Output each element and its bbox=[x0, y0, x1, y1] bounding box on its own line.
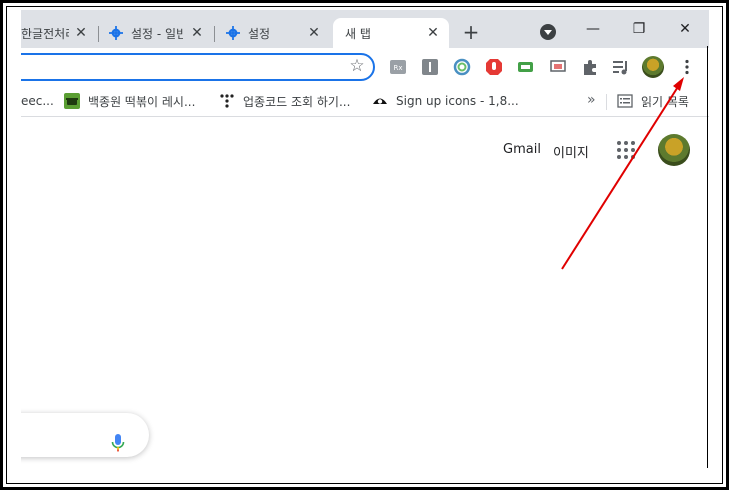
bookmark-label: 백종원 떡볶이 레시... bbox=[88, 94, 196, 109]
new-tab-button[interactable]: + bbox=[462, 22, 480, 42]
svg-text:Rx: Rx bbox=[393, 64, 402, 72]
tab-search-button[interactable] bbox=[540, 24, 556, 40]
tistory-icon bbox=[220, 94, 234, 108]
bookmark-label: Sign up icons - 1,8... bbox=[396, 94, 519, 108]
bookmark-label: 업종코드 조회 하기... bbox=[243, 94, 351, 109]
reading-list-label: 읽기 목록 bbox=[641, 94, 689, 109]
close-icon[interactable]: ✕ bbox=[189, 25, 205, 41]
tab-settings[interactable]: 설정 ✕ bbox=[226, 18, 330, 48]
screen-icon[interactable] bbox=[549, 58, 567, 76]
pot-icon bbox=[64, 93, 80, 109]
bookmark-label: eec... bbox=[21, 94, 54, 108]
bookmarks-bar: eec... 백종원 떡볶이 레시... 업종코드 조회 하기... Sign … bbox=[21, 86, 709, 117]
search-box[interactable] bbox=[21, 413, 149, 457]
new-tab-page: Gmail 이미지 bbox=[21, 117, 709, 472]
rx-icon[interactable]: Rx bbox=[389, 58, 407, 76]
tab-title: 설정 - 일반 bbox=[131, 26, 183, 41]
reading-list-icon bbox=[617, 94, 633, 108]
close-icon[interactable]: ✕ bbox=[73, 25, 89, 41]
tab-settings-general[interactable]: 설정 - 일반 ✕ bbox=[109, 18, 213, 48]
gmail-link[interactable]: Gmail bbox=[503, 142, 541, 157]
adblock-icon[interactable] bbox=[485, 58, 503, 76]
profile-avatar[interactable] bbox=[642, 56, 664, 78]
tab-title: 새 탭 bbox=[345, 26, 371, 41]
address-bar[interactable] bbox=[21, 53, 375, 81]
gear-icon bbox=[226, 26, 240, 40]
tab-strip: 한글전처리 ✕ 설정 - 일반 ✕ 설정 ✕ 새 탭 ✕ + — ❐ ✕ bbox=[21, 10, 709, 48]
reading-list-button[interactable]: 읽기 목록 bbox=[617, 92, 689, 110]
window-edge bbox=[707, 46, 708, 468]
bookmark-item[interactable]: eec... bbox=[21, 92, 54, 110]
puzzle-icon[interactable] bbox=[581, 58, 599, 76]
account-avatar[interactable] bbox=[658, 134, 690, 166]
close-icon[interactable]: ✕ bbox=[425, 25, 441, 41]
tab-title: 한글전처리 bbox=[21, 26, 69, 41]
bookmark-item[interactable]: 업종코드 조회 하기... bbox=[219, 92, 350, 110]
menu-icon[interactable] bbox=[678, 58, 696, 76]
bookmarks-separator bbox=[606, 94, 607, 110]
minimize-button[interactable]: — bbox=[578, 18, 608, 40]
microphone-icon[interactable] bbox=[110, 433, 126, 453]
gear-icon bbox=[109, 26, 123, 40]
eye-icon bbox=[373, 98, 387, 104]
restore-button[interactable]: ❐ bbox=[624, 18, 654, 40]
browser-window: 한글전처리 ✕ 설정 - 일반 ✕ 설정 ✕ 새 탭 ✕ + — ❐ ✕ ☆ R… bbox=[21, 10, 709, 472]
circle-icon[interactable] bbox=[453, 58, 471, 76]
bookmarks-overflow-button[interactable]: » bbox=[587, 92, 596, 108]
toolbar: ☆ Rx bbox=[21, 48, 709, 86]
tab-korean-preprocess[interactable]: 한글전처리 ✕ bbox=[21, 18, 97, 48]
apps-grid-icon[interactable] bbox=[617, 141, 635, 159]
close-icon[interactable]: ✕ bbox=[306, 25, 322, 41]
instapaper-icon[interactable] bbox=[421, 58, 439, 76]
bookmark-item[interactable]: Sign up icons - 1,8... bbox=[372, 92, 519, 110]
bookmark-item[interactable]: 백종원 떡볶이 레시... bbox=[64, 92, 195, 110]
images-link[interactable]: 이미지 bbox=[553, 142, 589, 161]
media-icon[interactable] bbox=[612, 58, 630, 76]
tab-title: 설정 bbox=[248, 26, 271, 41]
tab-separator bbox=[98, 26, 99, 42]
tag-icon[interactable] bbox=[517, 58, 535, 76]
tab-separator bbox=[214, 26, 215, 42]
bookmark-star-icon[interactable]: ☆ bbox=[348, 57, 366, 75]
tab-new-tab[interactable]: 새 탭 ✕ bbox=[333, 18, 449, 48]
close-window-button[interactable]: ✕ bbox=[670, 18, 700, 40]
